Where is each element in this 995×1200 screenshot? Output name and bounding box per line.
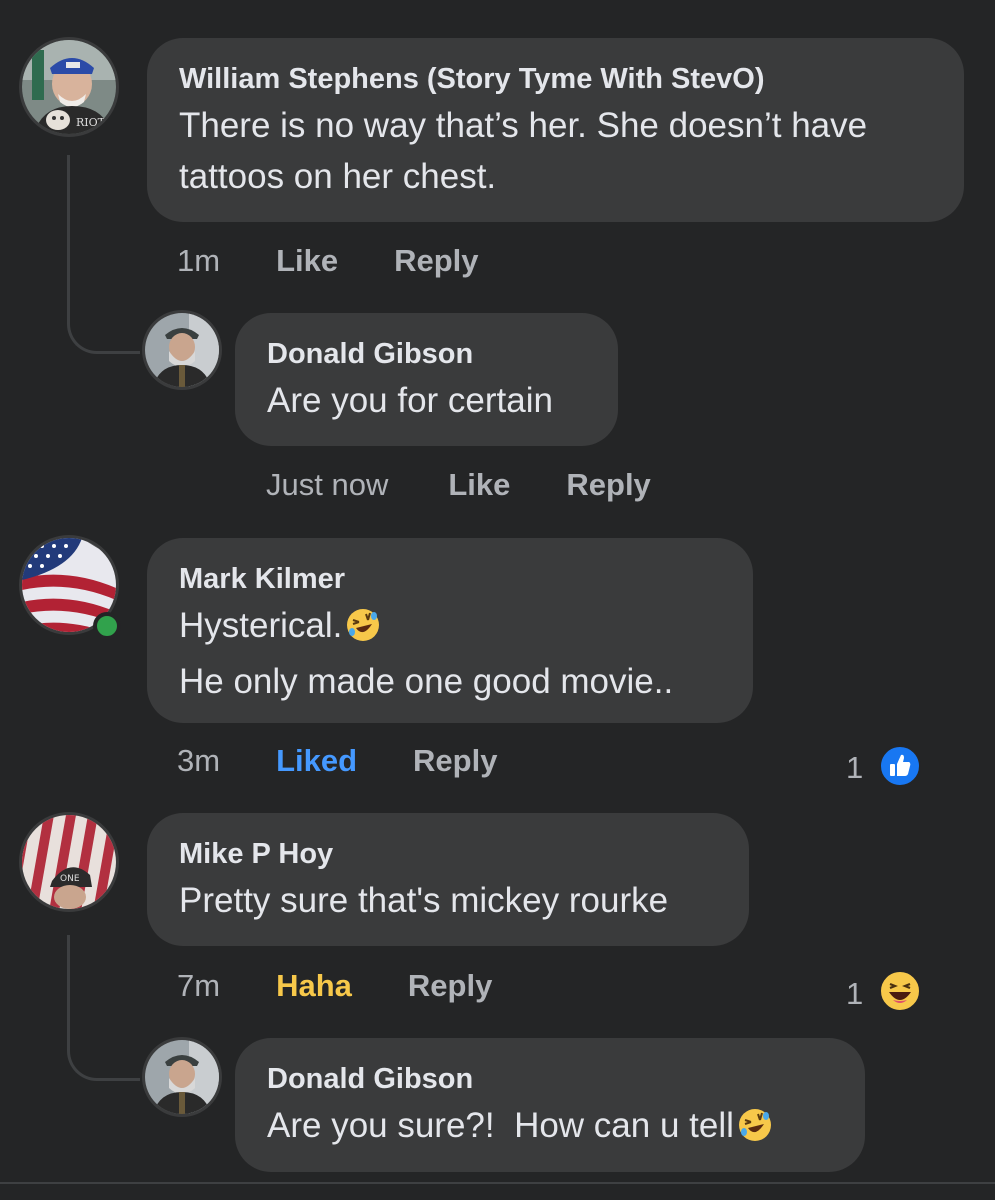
reaction-count[interactable]: 1 xyxy=(846,750,863,786)
comment-timestamp[interactable]: 7m xyxy=(177,968,220,1004)
comment-text: Are you for certain xyxy=(267,375,586,426)
comment-text-segment: Hysterical. xyxy=(179,606,343,645)
divider xyxy=(0,1182,995,1184)
comment-actions: 1m Like Reply xyxy=(177,243,479,279)
like-button[interactable]: Liked xyxy=(276,743,357,779)
comment-bubble: William Stephens (Story Tyme With StevO)… xyxy=(147,38,964,222)
comment-timestamp[interactable]: 3m xyxy=(177,743,220,779)
reply-button[interactable]: Reply xyxy=(566,467,650,503)
comment-actions: Just now Like Reply xyxy=(266,467,651,503)
comment-author[interactable]: Donald Gibson xyxy=(267,337,586,371)
comment-actions: 3m Liked Reply xyxy=(177,743,497,779)
avatar[interactable]: ONE xyxy=(22,815,116,909)
comment-bubble: Donald Gibson Are you for certain xyxy=(235,313,618,446)
haha-button[interactable]: Haha xyxy=(276,968,352,1004)
comment-text-line: tattoos on her chest. xyxy=(179,157,497,196)
comment-text-line: He only made one good movie.. xyxy=(179,662,674,701)
haha-emoji-icon[interactable] xyxy=(879,970,921,1012)
comment-text-segment: Are you sure?! How can u tell xyxy=(267,1106,734,1145)
comment-author[interactable]: Donald Gibson xyxy=(267,1062,833,1096)
reply-button[interactable]: Reply xyxy=(394,243,478,279)
comment-text: There is no way that’s her. She doesn’t … xyxy=(179,100,932,202)
reply-thread-line xyxy=(67,155,140,354)
like-thumb-icon[interactable] xyxy=(879,745,921,787)
comment-author[interactable]: William Stephens (Story Tyme With StevO) xyxy=(179,62,932,96)
avatar[interactable]: RIOT xyxy=(22,40,116,134)
comment-text-line: Are you sure?! How can u tell xyxy=(267,1100,833,1156)
comment-text: Are you sure?! How can u tell xyxy=(267,1100,833,1156)
comment-text-line: Hysterical. xyxy=(179,600,721,656)
comment-bubble: Mike P Hoy Pretty sure that's mickey rou… xyxy=(147,813,749,946)
reaction-count[interactable]: 1 xyxy=(846,976,863,1012)
comment-text-line: Are you for certain xyxy=(267,381,553,420)
comment-author[interactable]: Mark Kilmer xyxy=(179,562,721,596)
avatar[interactable] xyxy=(145,313,219,387)
comment-bubble: Mark Kilmer Hysterical. He only made one… xyxy=(147,538,753,723)
reply-thread-line xyxy=(67,935,140,1081)
avatar[interactable] xyxy=(145,1040,219,1114)
online-status-dot xyxy=(93,612,121,640)
avatar-shirt-text: RIOT xyxy=(76,116,106,129)
comment-text: Hysterical. He only made one good movie.… xyxy=(179,600,721,707)
like-button[interactable]: Like xyxy=(276,243,338,279)
comment-timestamp[interactable]: Just now xyxy=(266,467,388,503)
comment-text-line: There is no way that’s her. She doesn’t … xyxy=(179,106,868,145)
reply-button[interactable]: Reply xyxy=(413,743,497,779)
comment-bubble: Donald Gibson Are you sure?! How can u t… xyxy=(235,1038,865,1172)
rofl-emoji-icon xyxy=(738,1105,772,1156)
comment-actions: 7m Haha Reply xyxy=(177,968,492,1004)
comment-text: Pretty sure that's mickey rourke xyxy=(179,875,717,926)
avatar-hat-text: ONE xyxy=(60,874,80,884)
comment-timestamp[interactable]: 1m xyxy=(177,243,220,279)
reply-button[interactable]: Reply xyxy=(408,968,492,1004)
like-button[interactable]: Like xyxy=(448,467,510,503)
comment-author[interactable]: Mike P Hoy xyxy=(179,837,717,871)
comment-text-line: Pretty sure that's mickey rourke xyxy=(179,881,669,920)
rofl-emoji-icon xyxy=(346,605,380,656)
